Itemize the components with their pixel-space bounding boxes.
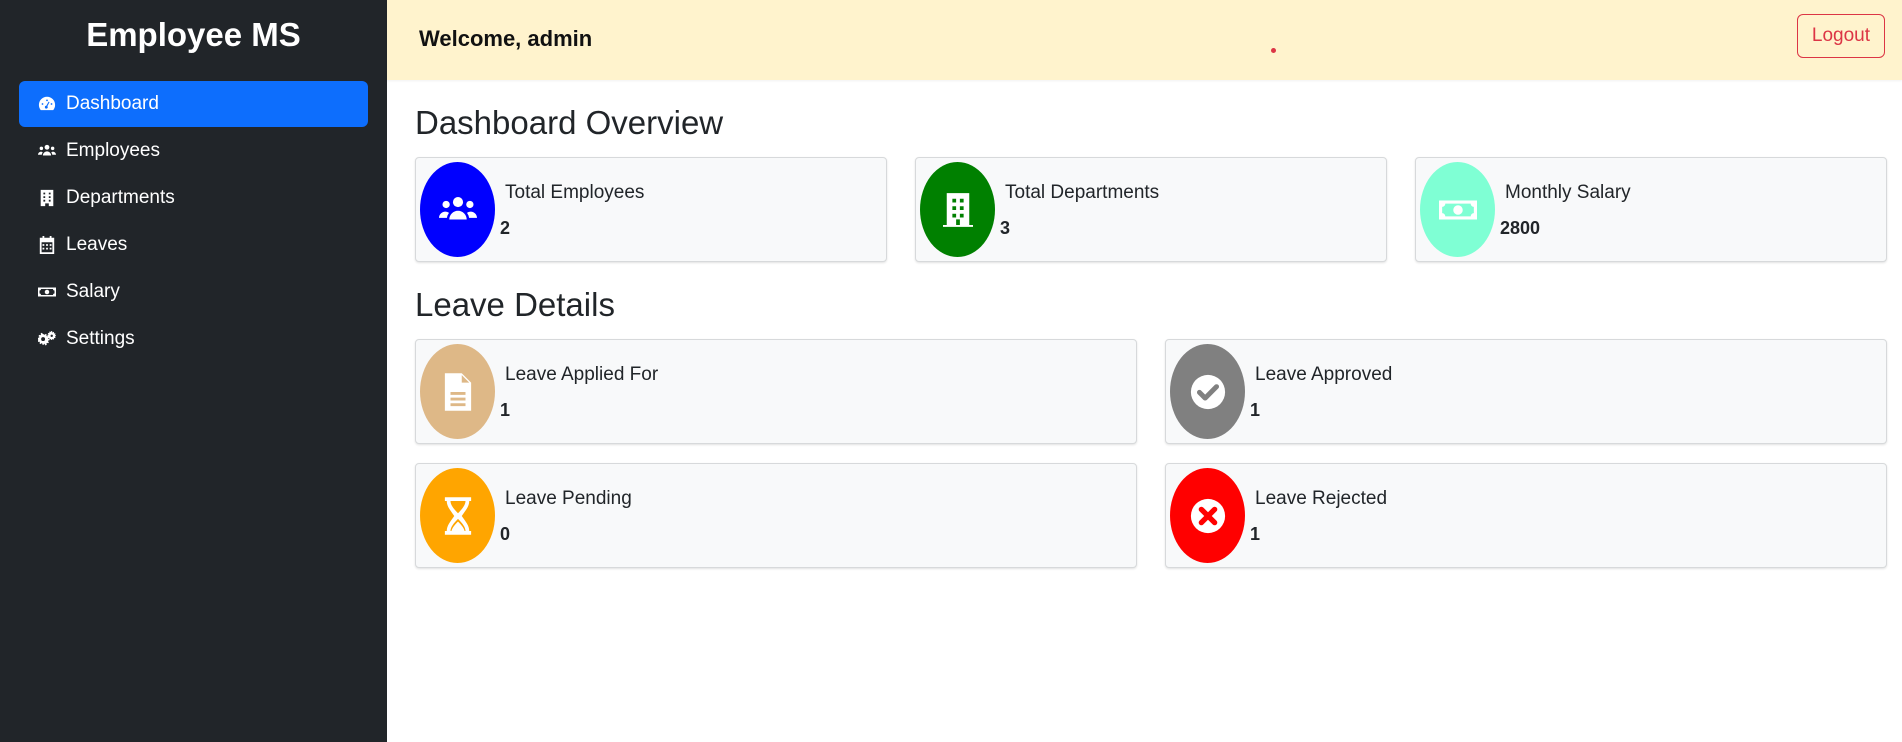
hourglass-icon: [444, 496, 471, 535]
sidebar-item-settings[interactable]: Settings: [19, 316, 368, 362]
total-departments-card: Total Departments 3: [915, 157, 1387, 262]
sidebar-nav: Dashboard Employees Departments Leaves S…: [19, 81, 368, 362]
card-text: Monthly Salary 2800: [1500, 180, 1631, 239]
sidebar-item-salary[interactable]: Salary: [19, 269, 368, 315]
file-icon: [444, 372, 471, 411]
gears-icon: [37, 329, 57, 349]
sidebar-item-employees[interactable]: Employees: [19, 128, 368, 174]
card-icon-circle: [1170, 468, 1245, 563]
card-value: 2800: [1500, 218, 1541, 238]
users-icon: [438, 196, 477, 219]
calendar-icon: [37, 235, 57, 255]
money-bill-icon: [1438, 200, 1477, 219]
leave-pending-card: Leave Pending 0: [415, 463, 1137, 568]
main-area: Welcome, admin Logout Dashboard Overview…: [387, 0, 1902, 742]
card-label: Leave Pending: [505, 488, 632, 509]
card-label: Total Employees: [505, 182, 645, 203]
card-label: Leave Applied For: [505, 364, 659, 385]
leave-applied-card: Leave Applied For 1: [415, 339, 1137, 444]
card-icon-circle: [1170, 344, 1245, 439]
sidebar-item-departments[interactable]: Departments: [19, 175, 368, 221]
leave-cards: Leave Applied For 1 Leave Approved 1 Lea…: [415, 339, 1887, 568]
building-icon: [37, 188, 57, 208]
total-employees-card: Total Employees 2: [415, 157, 887, 262]
gauge-icon: [37, 94, 57, 114]
logout-button[interactable]: Logout: [1796, 14, 1885, 58]
top-bar: Welcome, admin Logout: [387, 0, 1902, 80]
users-icon: [37, 141, 57, 161]
card-text: Leave Pending 0: [500, 486, 632, 545]
card-icon-circle: [420, 162, 495, 257]
times-circle-icon: [1190, 498, 1225, 533]
card-text: Leave Applied For 1: [500, 362, 658, 421]
card-value: 2: [500, 218, 511, 238]
card-icon-circle: [420, 468, 495, 563]
sidebar-item-label: Salary: [66, 281, 120, 302]
card-label: Leave Approved: [1255, 364, 1393, 385]
check-circle-icon: [1190, 374, 1225, 409]
sidebar-item-label: Employees: [66, 140, 160, 161]
overview-cards: Total Employees 2 Total Departments 3 Mo…: [415, 157, 1887, 262]
sidebar-item-dashboard[interactable]: Dashboard: [19, 81, 368, 127]
card-value: 1: [1250, 400, 1261, 420]
overview-title: Dashboard Overview: [415, 104, 724, 141]
card-label: Total Departments: [1005, 182, 1160, 203]
leave-approved-card: Leave Approved 1: [1165, 339, 1887, 444]
card-value: 0: [500, 524, 511, 544]
card-icon-circle: [920, 162, 995, 257]
card-icon-circle: [420, 344, 495, 439]
card-label: Monthly Salary: [1505, 182, 1631, 203]
monthly-salary-card: Monthly Salary 2800: [1415, 157, 1887, 262]
sidebar-item-label: Leaves: [66, 234, 128, 255]
status-dot: [1271, 48, 1276, 53]
sidebar-item-label: Departments: [66, 187, 175, 208]
card-value: 1: [1250, 524, 1261, 544]
card-icon-circle: [1420, 162, 1495, 257]
dashboard-content: Dashboard Overview Total Employees 2 Tot…: [387, 80, 1902, 568]
leave-details-title: Leave Details: [415, 286, 615, 323]
welcome-text: Welcome, admin: [419, 26, 593, 51]
card-text: Leave Rejected 1: [1250, 486, 1387, 545]
leave-rejected-card: Leave Rejected 1: [1165, 463, 1887, 568]
building-icon: [942, 192, 973, 227]
app: Employee MS Dashboard Employees Departme…: [0, 0, 1902, 742]
sidebar-item-label: Dashboard: [66, 93, 159, 114]
card-text: Total Employees 2: [500, 180, 644, 239]
card-text: Leave Approved 1: [1250, 362, 1392, 421]
card-label: Leave Rejected: [1255, 488, 1388, 509]
card-text: Total Departments 3: [1000, 180, 1159, 239]
card-value: 1: [500, 400, 511, 420]
card-value: 3: [1000, 218, 1011, 238]
sidebar-item-label: Settings: [66, 328, 135, 349]
sidebar-item-leaves[interactable]: Leaves: [19, 222, 368, 268]
brand-title: Employee MS: [86, 16, 301, 53]
sidebar: Employee MS Dashboard Employees Departme…: [0, 0, 387, 742]
money-bill-icon: [37, 282, 57, 302]
